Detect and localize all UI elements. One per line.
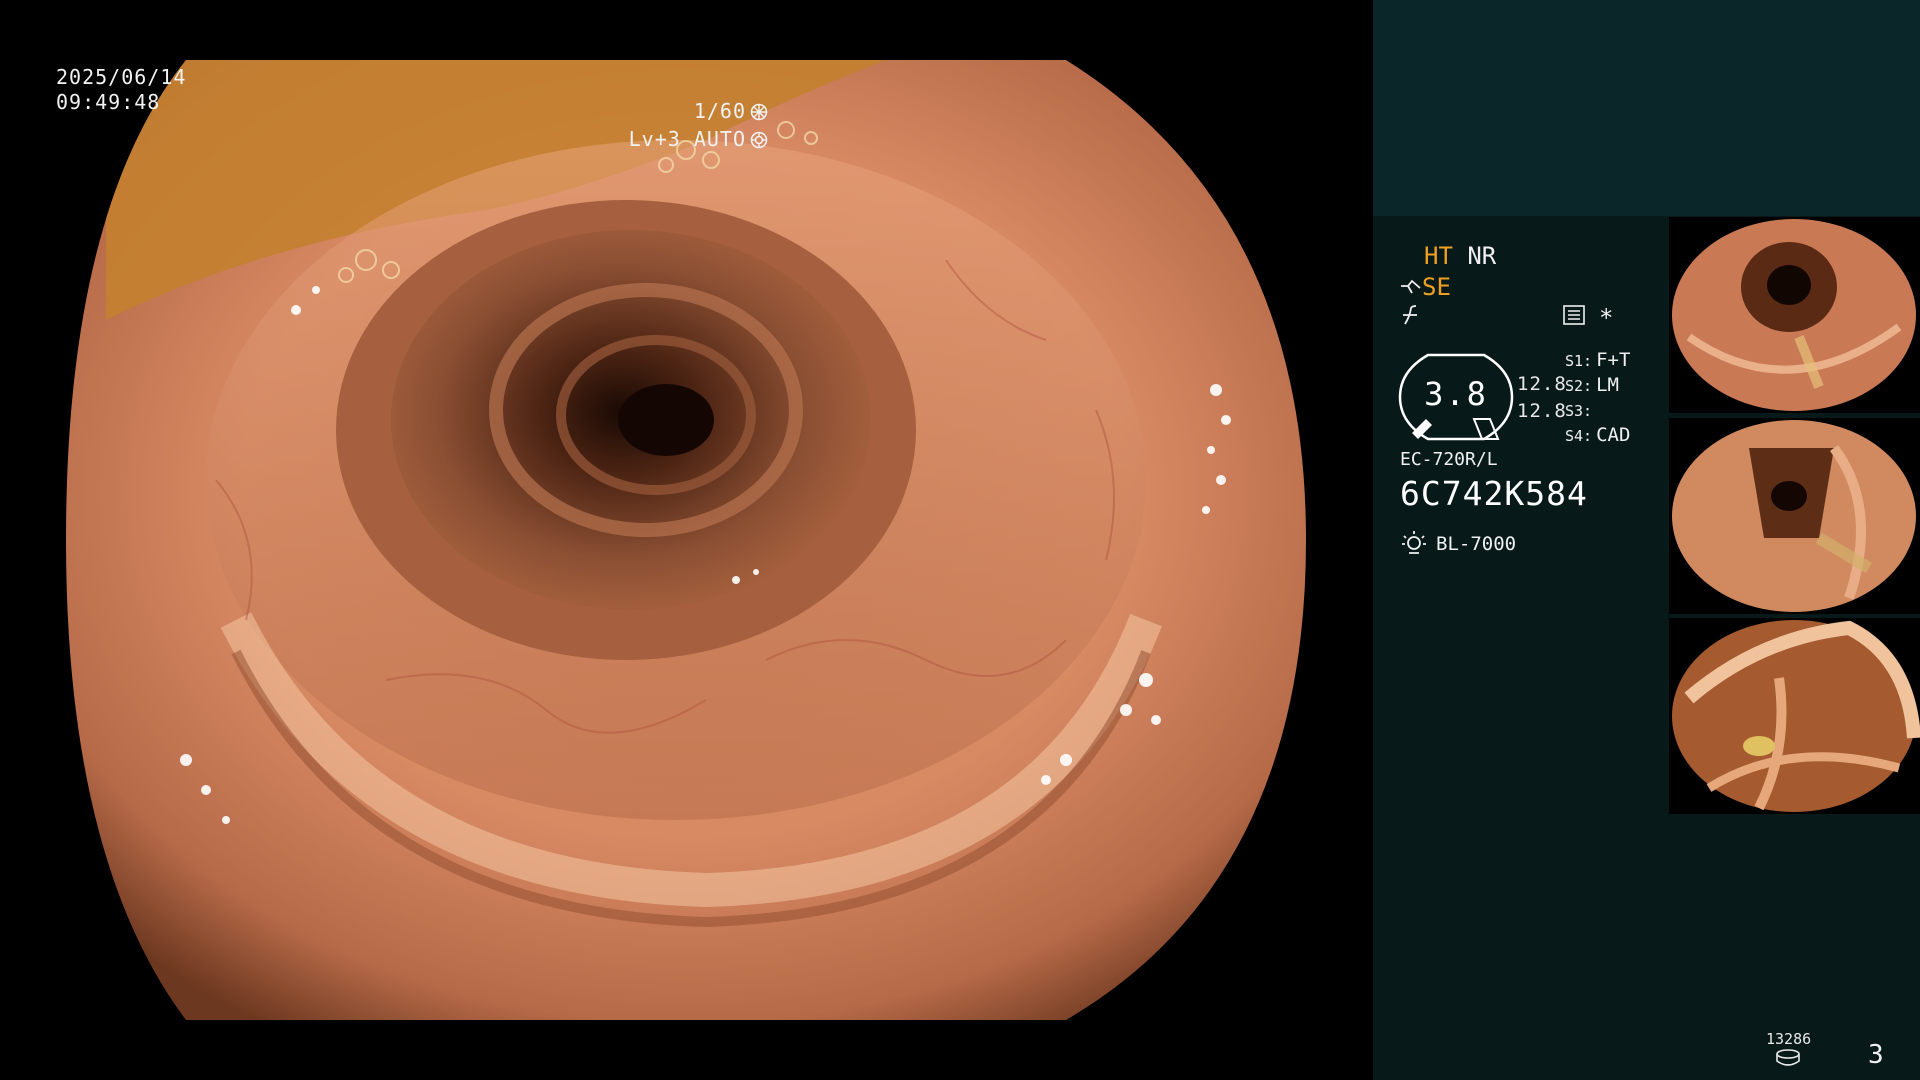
switch-key: S4: — [1565, 427, 1593, 445]
enhancement-wave-icon — [1401, 279, 1421, 294]
brightness-value: 3.8 — [1424, 375, 1488, 413]
status-panel: HT NR SE * 3.8 12.8 12.8 S1: F+T S2: LM S3… — [1373, 216, 1920, 1080]
captured-thumbnail[interactable] — [1669, 618, 1920, 814]
light-source-icon — [1402, 531, 1426, 554]
date-readout: 2025/06/14 — [56, 65, 187, 89]
iris-readout: Lv+3 AUTO — [629, 126, 768, 152]
capture-count: 13286 — [1766, 1030, 1812, 1048]
endoscope-view: 2025/06/14 09:49:48 1/60 Lv+3 AUTO — [0, 0, 1372, 1080]
captured-thumbnail[interactable] — [1669, 418, 1920, 614]
shutter-readout: 1/60 — [694, 98, 768, 124]
settings-list-icon — [1563, 305, 1585, 325]
iris-value: Lv+3 AUTO — [628, 127, 746, 151]
light-source-label: BL-7000 — [1436, 533, 1517, 555]
shutter-value: 1/60 — [693, 99, 746, 123]
switch-value: LM — [1596, 374, 1619, 396]
switch-value: CAD — [1596, 424, 1631, 446]
ht-nr-status: HT NR — [1424, 242, 1496, 270]
switch-key: S2: — [1565, 377, 1593, 395]
gain-value-2: 12.8 — [1517, 400, 1567, 422]
switch-value: F+T — [1596, 349, 1631, 371]
scope-serial: 6C742K584 — [1400, 474, 1588, 513]
se-label: SE — [1422, 273, 1451, 301]
ht-label: HT — [1424, 242, 1453, 270]
switch-key: S3: — [1565, 402, 1593, 420]
side-header-area — [1373, 0, 1920, 216]
switch-key: S1: — [1565, 352, 1593, 370]
page-number: 3 — [1868, 1040, 1884, 1070]
switch-s3: S3: — [1565, 399, 1596, 421]
light-source: BL-7000 — [1400, 528, 1516, 556]
switch-s1: S1: F+T — [1565, 349, 1630, 371]
disk-icon — [1776, 1049, 1800, 1066]
se-status: SE — [1400, 273, 1451, 301]
switch-s2: S2: LM — [1565, 374, 1619, 396]
switch-s4: S4: CAD — [1565, 424, 1630, 446]
gain-value-1: 12.8 — [1517, 373, 1567, 395]
time-readout: 09:49:48 — [56, 90, 161, 114]
scope-model: EC-720R/L — [1400, 449, 1498, 470]
shutter-icon — [750, 103, 768, 121]
captured-thumbnail[interactable] — [1669, 217, 1920, 413]
endoscope-image — [66, 60, 1306, 1020]
endoscopy-screen: 2025/06/14 09:49:48 1/60 Lv+3 AUTO HT NR… — [0, 0, 1920, 1080]
iris-icon — [750, 131, 768, 149]
asterisk-indicator: * — [1599, 304, 1614, 332]
freeze-icon — [1403, 305, 1417, 325]
freeze-status — [1400, 304, 1422, 332]
brightness-gauge: 3.8 — [1398, 351, 1514, 443]
nr-label: NR — [1467, 242, 1497, 270]
